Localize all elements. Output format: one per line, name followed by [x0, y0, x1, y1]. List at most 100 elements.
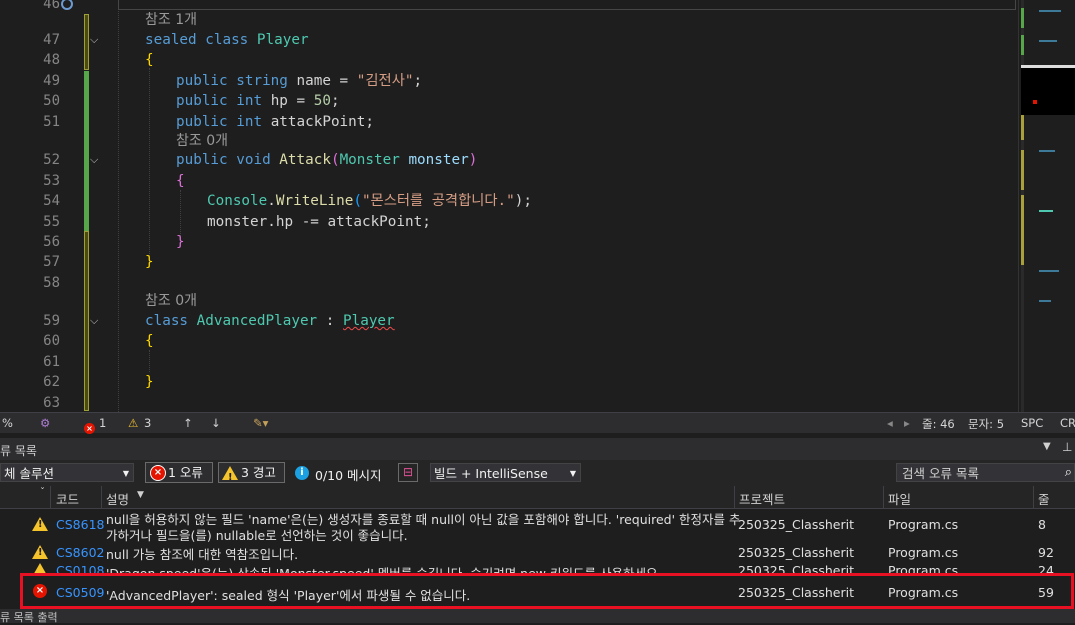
error-code-link[interactable]: CS0509	[56, 585, 104, 600]
error-code-link[interactable]: CS8618	[56, 517, 104, 532]
arrow-up-icon[interactable]: ↑	[183, 416, 193, 430]
error-code-link[interactable]: CS8602	[56, 545, 104, 560]
error-count[interactable]: 1	[99, 416, 106, 430]
column-header-description[interactable]: 설명	[106, 489, 129, 508]
error-icon: ×	[150, 465, 166, 481]
warning-count[interactable]: 3	[144, 416, 151, 430]
change-marker	[84, 14, 89, 70]
minimap-viewport[interactable]	[1021, 65, 1075, 115]
error-file: Program.cs	[888, 585, 959, 600]
chevron-down-icon: ▼	[122, 469, 129, 478]
warnings-filter-toggle[interactable]: ! 3 경고	[218, 462, 285, 483]
chevron-down-icon[interactable]: ⌵	[90, 33, 102, 46]
minimap[interactable]	[1018, 0, 1075, 412]
scroll-right-icon[interactable]: ▸	[904, 416, 910, 430]
reference-count[interactable]: 참조 0개	[145, 292, 197, 310]
reference-count[interactable]: 참조 0개	[176, 132, 228, 150]
copilot-icon[interactable]: ⚙	[40, 416, 50, 430]
line-number: 54	[43, 193, 60, 209]
dropdown-icon[interactable]: ▼	[1043, 441, 1051, 452]
spacing-indicator[interactable]: SPC	[1021, 416, 1043, 430]
line-number: 48	[43, 52, 60, 68]
info-icon[interactable]: i	[295, 466, 309, 480]
chevron-down-icon[interactable]: ⌵	[90, 153, 102, 166]
warning-icon[interactable]: ⚠	[128, 416, 138, 430]
column-sort-indicator[interactable]: ˇ	[40, 487, 45, 498]
code-editor[interactable]: 46 47 48 49 50 51 52 53 54 55 56 57 58 5…	[0, 0, 1018, 412]
code-line-50[interactable]: public int hp = 50;	[176, 91, 340, 111]
code-line-57[interactable]: }	[145, 252, 154, 272]
error-project: 250325_Classherit	[738, 585, 854, 600]
chevron-down-icon[interactable]: ⌵	[90, 314, 102, 327]
code-line-54[interactable]: Console.WriteLine("몬스터를 공격합니다.");	[207, 191, 532, 211]
column-divider[interactable]	[1033, 486, 1034, 508]
warnings-filter-label: 3 경고	[241, 465, 276, 480]
code-line-52[interactable]: public void Attack(Monster monster)	[176, 150, 477, 170]
line-number: 51	[43, 114, 60, 130]
arrow-down-icon[interactable]: ↓	[211, 416, 221, 430]
minimap-change	[1021, 35, 1024, 55]
search-placeholder: 검색 오류 목록	[902, 466, 979, 481]
code-line-59[interactable]: class AdvancedPlayer : Player	[145, 311, 395, 331]
line-number: 57	[43, 254, 60, 270]
table-row[interactable]: ! CS8618 null을 허용하지 않는 필드 'name'은(는) 생성자…	[0, 508, 1075, 544]
minimap-change	[1021, 8, 1024, 28]
error-description: null 가능 참조에 대한 역참조입니다.	[106, 547, 299, 562]
code-line-49[interactable]: public string name = "김전사";	[176, 71, 422, 91]
code-line-55[interactable]: monster.hp -= attackPoint;	[207, 212, 431, 232]
error-line: 8	[1038, 517, 1046, 532]
error-list-header: ˇ 코드 설명 ▼ 프로젝트 파일 줄	[0, 486, 1075, 509]
minimap-code	[1039, 40, 1057, 42]
line-number: 59	[43, 313, 60, 329]
error-line: 92	[1038, 545, 1054, 560]
messages-filter[interactable]: 0/10 메시지	[315, 465, 382, 484]
current-line-highlight	[118, 0, 1016, 10]
table-row[interactable]: × CS0509 'AdvancedPlayer': sealed 형식 'Pl…	[0, 583, 1075, 603]
code-line-47[interactable]: sealed class Player	[145, 30, 309, 50]
line-number: 53	[43, 173, 60, 189]
code-line-53[interactable]: {	[176, 171, 185, 191]
char-indicator[interactable]: 문자: 5	[968, 416, 1004, 432]
column-divider[interactable]	[101, 486, 102, 508]
column-header-line[interactable]: 줄	[1038, 489, 1050, 508]
scope-dropdown[interactable]: 체 솔루션 ▼	[0, 463, 134, 482]
table-row[interactable]: ! CS8602 null 가능 참조에 대한 역참조입니다. 250325_C…	[0, 544, 1075, 564]
quick-action-icon[interactable]	[61, 0, 73, 10]
column-header-code[interactable]: 코드	[56, 489, 79, 508]
scroll-left-icon[interactable]: ◂	[887, 416, 893, 430]
line-indicator[interactable]: 줄: 46	[922, 416, 955, 432]
minimap-code	[1039, 270, 1059, 272]
error-file: Program.cs	[888, 517, 959, 532]
line-number: 50	[43, 93, 60, 109]
change-marker	[84, 71, 89, 231]
indent-guide	[118, 0, 119, 412]
code-line-48[interactable]: {	[145, 50, 154, 70]
line-ending-indicator[interactable]: CR	[1060, 416, 1075, 430]
bottom-tab-strip: 류 목록 출력	[0, 609, 1075, 624]
minimap-code	[1039, 300, 1051, 302]
column-divider[interactable]	[734, 486, 735, 508]
line-number: 49	[43, 73, 60, 89]
error-count-icon[interactable]: ×	[84, 417, 95, 434]
code-line-62[interactable]: }	[145, 372, 154, 392]
zoom-level[interactable]: %	[2, 416, 13, 430]
column-divider[interactable]	[50, 486, 51, 508]
panel-title: 류 목록	[0, 444, 37, 458]
error-description-cont: 가하거나 필드을(를) nullable로 선언하는 것이 좋습니다.	[106, 528, 408, 543]
build-filter-dropdown[interactable]: 빌드 + IntelliSense ▼	[430, 463, 581, 482]
indent-guide	[149, 68, 150, 258]
code-line-60[interactable]: {	[145, 331, 154, 351]
filter-icon[interactable]: ⊟	[398, 463, 418, 482]
errors-filter-toggle[interactable]: × 1 오류	[145, 462, 213, 483]
pin-icon[interactable]: ⊥	[1062, 440, 1072, 454]
scope-label: 체 솔루션	[4, 466, 54, 481]
brush-icon[interactable]: ✎▾	[253, 416, 268, 430]
code-line-51[interactable]: public int attackPoint;	[176, 112, 374, 132]
search-input[interactable]: 검색 오류 목록 ⌕	[896, 463, 1075, 482]
column-divider[interactable]	[883, 486, 884, 508]
error-list-title-bar: 류 목록 ▼ ⊥	[0, 438, 1075, 460]
code-line-56[interactable]: }	[176, 232, 185, 252]
reference-count[interactable]: 참조 1개	[145, 11, 197, 29]
column-header-project[interactable]: 프로젝트	[739, 489, 785, 508]
column-header-file[interactable]: 파일	[888, 489, 911, 508]
